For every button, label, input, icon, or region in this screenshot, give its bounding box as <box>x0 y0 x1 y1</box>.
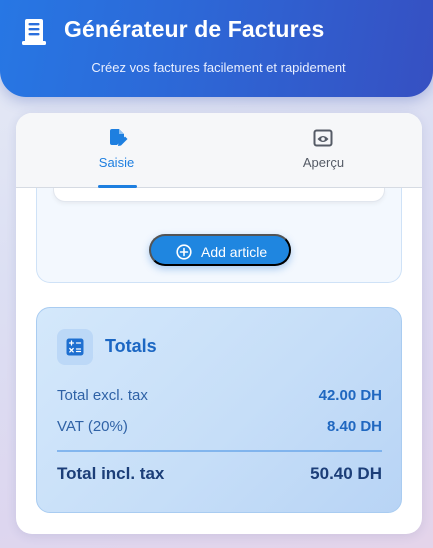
calculator-icon <box>66 338 84 356</box>
tab-saisie[interactable]: Saisie <box>16 113 219 188</box>
edit-document-icon <box>110 129 128 146</box>
tab-bar: Saisie Aperçu <box>16 113 422 188</box>
tab-apercu[interactable]: Aperçu <box>219 113 422 188</box>
totals-section: Totals Total excl. tax 42.00 DH VAT (20%… <box>36 307 402 513</box>
vat-label: VAT (20%) <box>57 418 128 435</box>
vat-row: VAT (20%) 8.40 DH <box>57 418 382 438</box>
total-incl-value: 50.40 DH <box>310 464 382 483</box>
article-card <box>53 188 385 202</box>
total-excl-label: Total excl. tax <box>57 387 148 404</box>
add-article-label: Add article <box>201 244 268 260</box>
app-header: Générateur de Factures Créez vos facture… <box>0 0 433 97</box>
vat-value: 8.40 DH <box>326 418 382 435</box>
tab-saisie-label: Saisie <box>98 155 135 170</box>
totals-icon-box <box>57 329 93 365</box>
invoice-icon <box>22 19 46 45</box>
add-article-button[interactable]: Add article <box>149 234 291 266</box>
totals-divider <box>57 450 382 452</box>
totals-title: Totals <box>105 336 157 356</box>
total-excl-value: 42.00 DH <box>318 387 382 404</box>
tab-apercu-label: Aperçu <box>302 155 345 170</box>
preview-eye-icon <box>313 129 333 147</box>
app-subtitle: Créez vos factures facilement et rapidem… <box>91 60 346 75</box>
app-title: Générateur de Factures <box>64 16 325 42</box>
main-card: Saisie Aperçu Add article Totals Total e… <box>16 113 422 534</box>
total-incl-row: Total incl. tax 50.40 DH <box>57 464 382 484</box>
total-excl-row: Total excl. tax 42.00 DH <box>57 387 382 407</box>
articles-section: Add article <box>36 188 402 283</box>
total-incl-label: Total incl. tax <box>57 464 165 483</box>
plus-circle-icon <box>176 244 192 260</box>
